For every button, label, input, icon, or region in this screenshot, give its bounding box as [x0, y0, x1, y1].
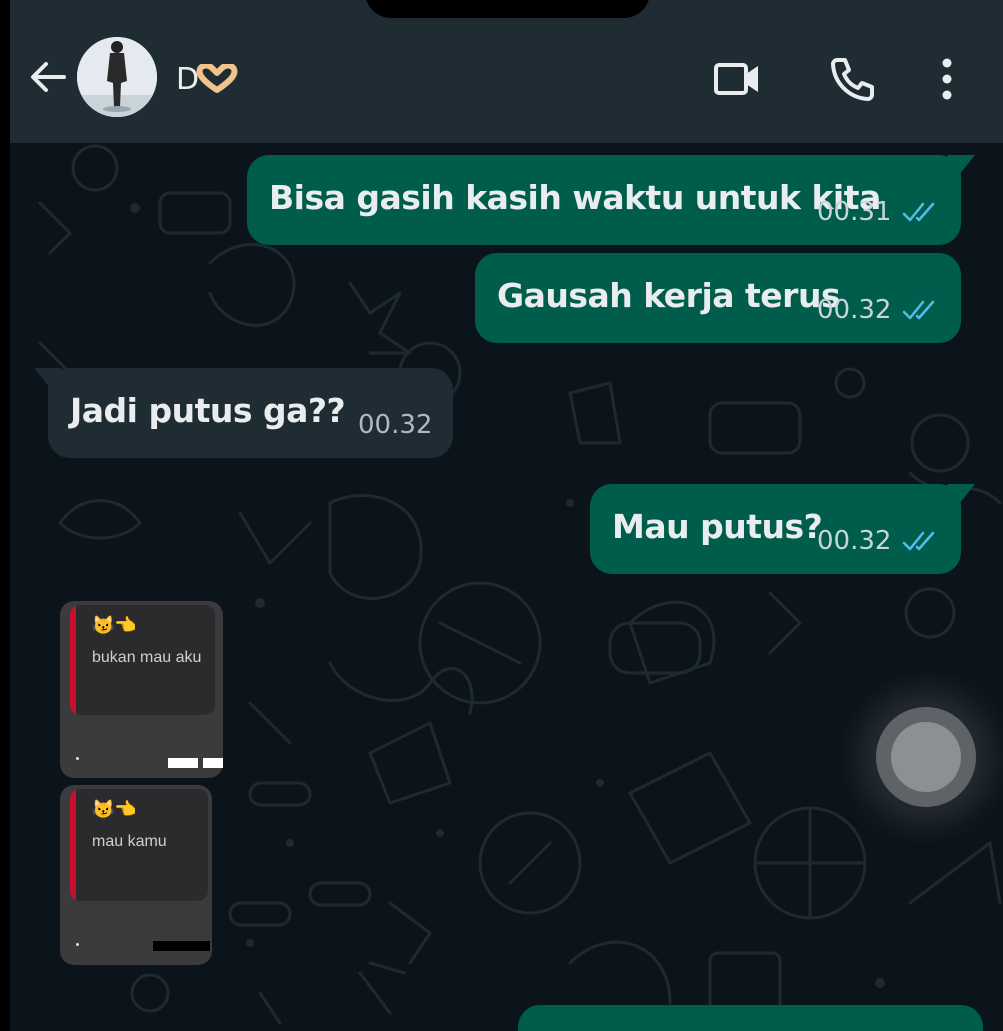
- quote-accent-bar: [70, 605, 76, 715]
- contact-name[interactable]: D: [176, 62, 238, 97]
- floating-assistive-button[interactable]: [876, 707, 976, 807]
- more-options-icon: [942, 58, 952, 100]
- video-call-button[interactable]: [710, 52, 764, 106]
- redacted-mark: [153, 941, 210, 951]
- voice-call-button[interactable]: [825, 52, 879, 106]
- message-text: Mau putus?: [612, 507, 823, 546]
- outgoing-message[interactable]: Gausah kerja terus 00.32: [475, 253, 961, 343]
- sticker-message[interactable]: 😼👈 bukan mau aku: [60, 601, 223, 778]
- incoming-message[interactable]: Jadi putus ga?? 00.32: [34, 368, 453, 458]
- quote-accent-bar: [70, 789, 76, 901]
- outgoing-message[interactable]: Mau putus? 00.32: [590, 484, 975, 574]
- double-check-icon: [902, 300, 935, 320]
- whatsapp-chat-screen: D Bisa gasih kasih waktu untuk kita 00.3…: [10, 0, 1003, 1031]
- message-text: Gausah kerja terus: [497, 276, 841, 315]
- redacted-mark: [203, 758, 223, 768]
- camera-notch: [365, 0, 650, 18]
- back-button[interactable]: [24, 52, 74, 102]
- message-time: 00.32: [358, 410, 433, 440]
- sticker-text: mau kamu: [92, 833, 167, 850]
- phone-call-icon: [831, 58, 874, 101]
- outgoing-message-partial[interactable]: [518, 1005, 983, 1031]
- message-text: Jadi putus ga??: [70, 391, 346, 430]
- double-check-icon: [902, 202, 935, 222]
- sticker-emoji: 😼👈: [92, 615, 137, 635]
- heart-hands-icon: [196, 62, 238, 102]
- back-arrow-icon: [31, 62, 66, 92]
- bubble-tail: [947, 155, 975, 175]
- chat-header: D: [10, 0, 1003, 143]
- sticker-quote-card: 😼👈 bukan mau aku: [70, 605, 215, 715]
- message-text: Bisa gasih kasih waktu untuk kita: [269, 178, 881, 217]
- bubble-tail: [34, 368, 62, 388]
- message-time: 00.32: [817, 526, 892, 556]
- dot-mark: [76, 943, 79, 946]
- outgoing-message[interactable]: Bisa gasih kasih waktu untuk kita 00.31: [247, 155, 975, 245]
- sticker-text: bukan mau aku: [92, 649, 202, 666]
- double-check-icon: [902, 531, 935, 551]
- message-time: 00.32: [817, 295, 892, 325]
- message-time: 00.31: [817, 197, 892, 227]
- dot-mark: [76, 757, 79, 760]
- sticker-message[interactable]: 😼👈 mau kamu: [60, 785, 212, 965]
- redacted-mark: [168, 758, 198, 768]
- sticker-emoji: 😼👈: [92, 799, 137, 819]
- video-call-icon: [714, 63, 758, 95]
- bubble-tail: [947, 484, 975, 504]
- more-options-button[interactable]: [920, 52, 974, 106]
- floating-button-core: [891, 722, 961, 792]
- sticker-quote-card: 😼👈 mau kamu: [70, 789, 208, 901]
- contact-avatar[interactable]: [77, 37, 157, 117]
- chat-area[interactable]: Bisa gasih kasih waktu untuk kita 00.31 …: [10, 143, 1003, 1031]
